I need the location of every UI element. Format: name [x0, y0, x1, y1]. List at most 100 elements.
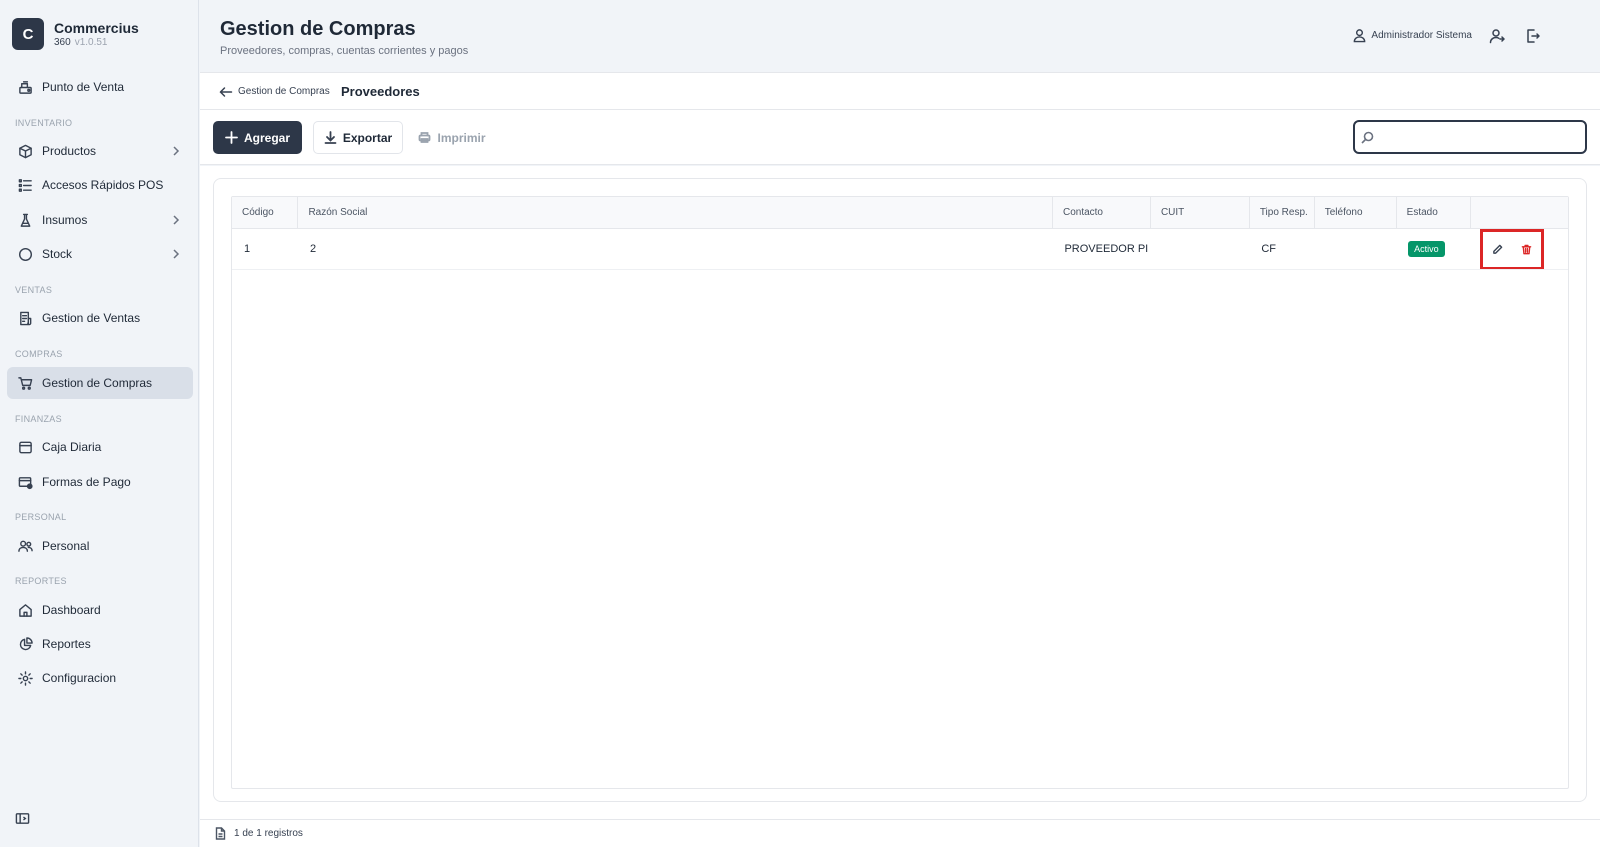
sidebar-item-productos[interactable]: Productos — [7, 135, 193, 167]
sidebar-item-label: Caja Diaria — [42, 440, 102, 454]
sidebar-item-label: Insumos — [42, 213, 88, 227]
home-icon — [17, 602, 33, 618]
cell-tipo-resp: CF — [1261, 242, 1276, 255]
download-icon — [324, 131, 337, 144]
column-header-razon-social[interactable]: Razón Social — [297, 197, 1053, 229]
page-header: Gestion de Compras Proveedores, compras,… — [200, 0, 1600, 73]
page-title: Gestion de Compras — [220, 18, 416, 40]
plus-icon — [225, 131, 238, 144]
app-root: C Commercius 360 v1.0.51 Punto de Venta I… — [0, 0, 1600, 847]
export-button-label: Exportar — [342, 130, 393, 145]
chart-pie-icon — [17, 636, 33, 652]
sidebar-item-label: Stock — [42, 247, 73, 261]
sidebar-item-stock[interactable]: Stock — [7, 238, 193, 270]
suppliers-table: Código Razón Social Contacto CUIT Tipo R… — [232, 197, 1568, 270]
status-badge: Activo — [1408, 240, 1445, 257]
section-title-reportes: REPORTES — [15, 576, 67, 586]
sidebar-item-label: Dashboard — [42, 603, 101, 617]
search-icon — [1361, 131, 1374, 144]
sidebar-item-label: Productos — [42, 144, 97, 158]
sidebar-item-personal[interactable]: Personal — [7, 530, 193, 562]
arrow-left-icon[interactable] — [219, 85, 233, 99]
page-subtitle: Proveedores, compras, cuentas corrientes… — [220, 45, 469, 57]
user-menu[interactable]: Administrador Sistema — [1352, 28, 1472, 43]
breadcrumb: Gestion de Compras Proveedores — [200, 73, 1600, 110]
add-button[interactable]: Agregar — [213, 121, 302, 154]
main-content: Código Razón Social Contacto CUIT Tipo R… — [200, 166, 1600, 819]
sidebar-item-punto-de-venta[interactable]: Punto de Venta — [7, 71, 193, 103]
sidebar-item-gestion-ventas[interactable]: Gestion de Ventas — [7, 302, 193, 334]
cell-razon-social: 2 — [309, 242, 317, 255]
chevron-right-icon — [169, 144, 183, 158]
printer-icon — [419, 132, 431, 143]
add-button-label: Agregar — [243, 130, 290, 145]
chevron-right-icon — [169, 247, 183, 261]
column-header-contacto[interactable]: Contacto — [1052, 197, 1151, 229]
brand-text: Commercius 360 v1.0.51 — [54, 20, 139, 49]
export-button[interactable]: Exportar — [313, 121, 403, 154]
list-icon — [17, 177, 33, 193]
sidebar-item-label: Accesos Rápidos POS — [42, 178, 164, 192]
user-name: Administrador Sistema — [1371, 30, 1472, 41]
document-icon — [215, 827, 226, 840]
box-icon — [17, 143, 33, 159]
switch-user-icon[interactable] — [1489, 28, 1507, 46]
sidebar-collapse-icon[interactable] — [15, 811, 31, 827]
table-row[interactable]: 1 2 PROVEEDOR PI CF Activo — [232, 228, 1568, 269]
column-header-codigo[interactable]: Código — [232, 197, 299, 229]
sidebar-item-configuracion[interactable]: Configuracion — [7, 662, 193, 694]
trash-icon[interactable] — [1519, 241, 1535, 257]
breadcrumb-current: Proveedores — [341, 84, 420, 99]
cart-icon — [17, 375, 33, 391]
sidebar-item-label: Gestion de Compras — [42, 376, 153, 390]
chevron-right-icon — [169, 213, 183, 227]
print-button-label: Imprimir — [437, 130, 486, 145]
section-title-personal: PERSONAL — [15, 512, 67, 522]
cell-contacto: PROVEEDOR PI — [1064, 242, 1149, 255]
brand-version: v1.0.51 — [74, 36, 108, 48]
sidebar-item-label: Configuracion — [42, 671, 117, 685]
brand-edition: 360 — [54, 36, 71, 48]
row-actions-highlight — [1480, 228, 1545, 269]
sidebar-item-formas-pago[interactable]: Formas de Pago — [7, 466, 193, 498]
section-title-finanzas: FINANZAS — [15, 414, 62, 424]
brand[interactable]: C Commercius 360 v1.0.51 — [12, 18, 139, 50]
sidebar-item-label: Formas de Pago — [42, 475, 131, 489]
sidebar-item-accesos-rapidos[interactable]: Accesos Rápidos POS — [7, 169, 193, 201]
cell-estado: Activo — [1396, 228, 1470, 269]
table-card: Código Razón Social Contacto CUIT Tipo R… — [213, 178, 1587, 802]
cash-register-icon — [17, 79, 33, 95]
brand-logo: C — [12, 18, 44, 50]
column-header-estado[interactable]: Estado — [1396, 197, 1471, 229]
sidebar-item-caja-diaria[interactable]: Caja Diaria — [7, 431, 193, 463]
cell-codigo: 1 — [244, 242, 251, 255]
circle-icon — [17, 246, 33, 262]
section-title-compras: COMPRAS — [15, 349, 63, 359]
sidebar-item-insumos[interactable]: Insumos — [7, 204, 193, 236]
footer: 1 de 1 registros — [200, 819, 1600, 847]
logout-icon[interactable] — [1525, 28, 1543, 46]
search-box[interactable] — [1353, 120, 1587, 154]
search-input[interactable] — [1380, 130, 1585, 144]
sidebar-item-label: Reportes — [42, 637, 91, 651]
brand-name: Commercius — [54, 19, 139, 36]
sidebar-item-dashboard[interactable]: Dashboard — [7, 594, 193, 626]
records-count: 1 de 1 registros — [234, 828, 303, 839]
column-header-actions — [1470, 197, 1568, 229]
gear-icon — [17, 670, 33, 686]
sidebar-item-gestion-compras[interactable]: Gestion de Compras — [7, 367, 193, 399]
print-button[interactable]: Imprimir — [412, 121, 492, 154]
sidebar-item-label: Punto de Venta — [42, 80, 125, 94]
column-header-cuit[interactable]: CUIT — [1150, 197, 1250, 229]
table-header-row: Código Razón Social Contacto CUIT Tipo R… — [232, 197, 1568, 229]
cell-cuit — [1150, 228, 1249, 269]
sidebar: C Commercius 360 v1.0.51 Punto de Venta I… — [0, 0, 199, 847]
column-header-telefono[interactable]: Teléfono — [1314, 197, 1397, 229]
breadcrumb-parent-link[interactable]: Gestion de Compras — [238, 86, 330, 97]
sidebar-item-reportes[interactable]: Reportes — [7, 628, 193, 660]
column-header-tipo-resp[interactable]: Tipo Resp. — [1249, 197, 1315, 229]
sidebar-item-label: Gestion de Ventas — [42, 311, 141, 325]
wallet-icon — [17, 439, 33, 455]
receipt-icon — [17, 310, 33, 326]
edit-icon[interactable] — [1490, 241, 1506, 257]
